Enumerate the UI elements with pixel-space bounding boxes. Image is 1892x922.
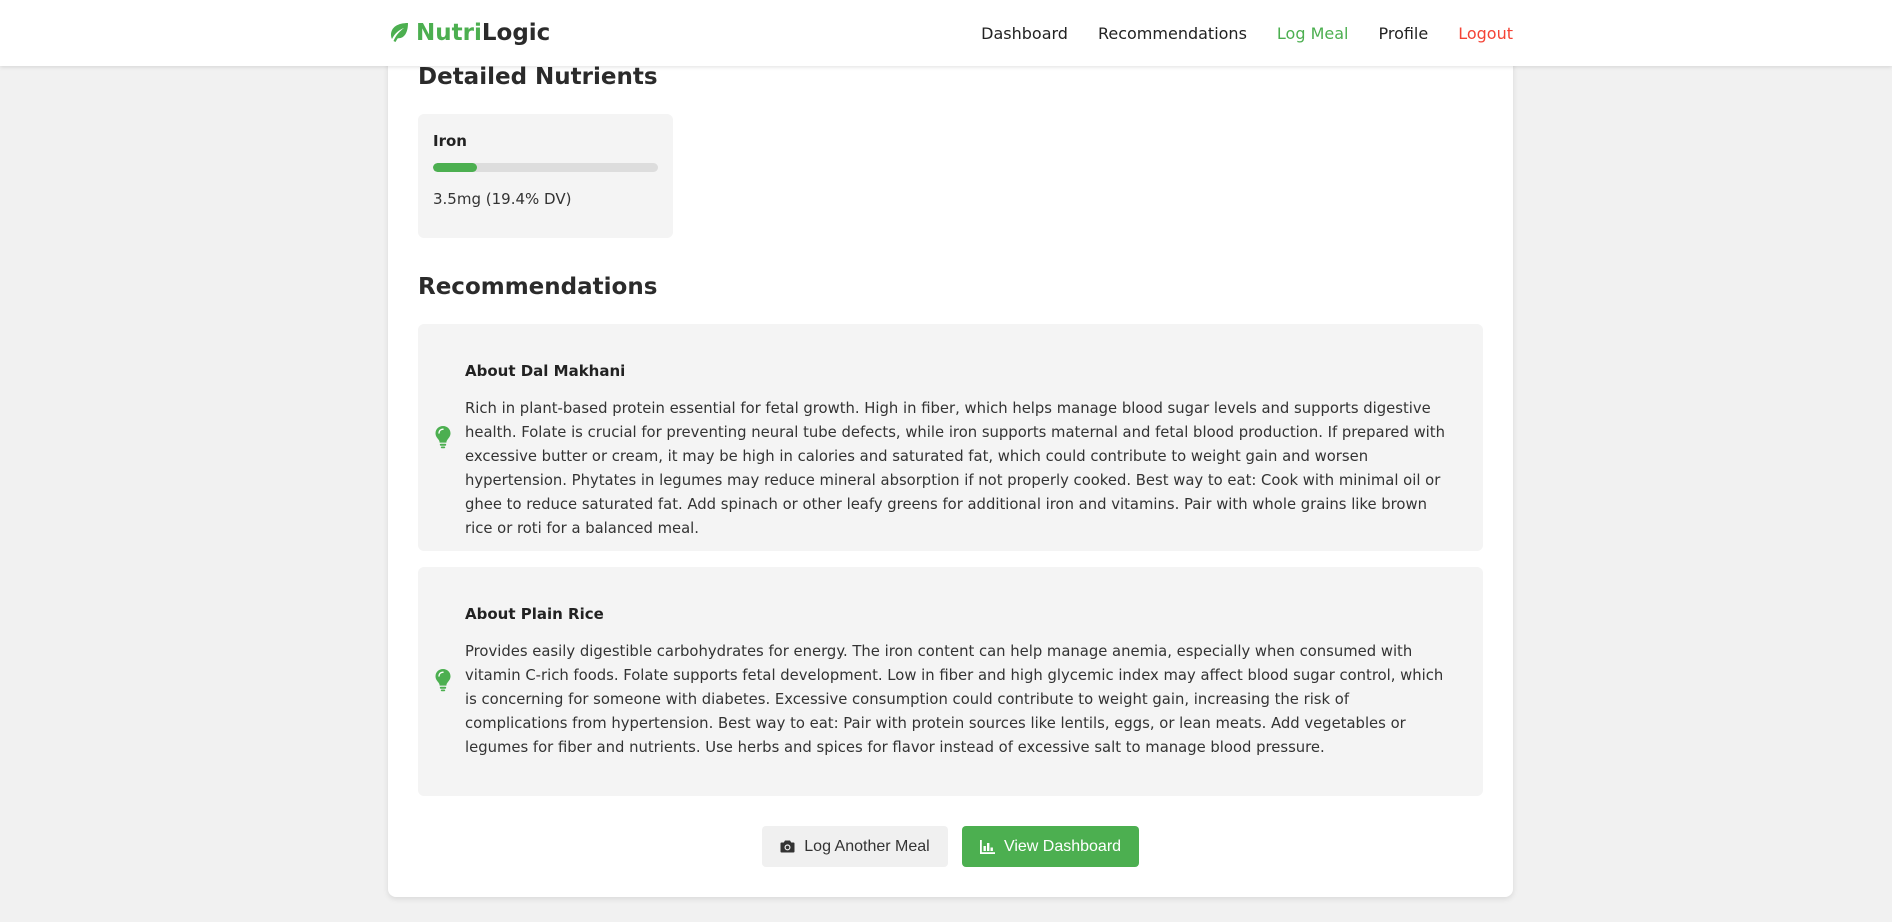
nav-profile[interactable]: Profile [1378, 24, 1428, 43]
nav-recommendations[interactable]: Recommendations [1098, 24, 1247, 43]
nutrient-name: Iron [433, 132, 467, 150]
brand-name-part1: Nutri [416, 20, 482, 46]
navbar-inner: Nutri Logic Dashboard Recommendations Log… [386, 0, 1513, 66]
lightbulb-icon [434, 668, 452, 692]
view-dashboard-button[interactable]: View Dashboard [962, 826, 1139, 867]
camera-icon [780, 840, 795, 853]
nav-log-meal[interactable]: Log Meal [1277, 24, 1349, 43]
brand-logo[interactable]: Nutri Logic [386, 20, 550, 46]
detailed-nutrients-title: Detailed Nutrients [418, 64, 658, 90]
recommendation-text: Provides easily digestible carbohydrates… [465, 643, 1444, 756]
nav-links: Dashboard Recommendations Log Meal Profi… [981, 24, 1513, 43]
recommendation-card-dal-makhani: About Dal Makhani Rich in plant-based pr… [418, 324, 1483, 551]
nav-logout[interactable]: Logout [1458, 24, 1513, 43]
lightbulb-icon [434, 425, 452, 449]
brand-name-part2: Logic [481, 20, 551, 46]
nutrient-card-iron: Iron 3.5mg (19.4% DV) [418, 114, 673, 238]
nutrient-progress-fill [433, 163, 477, 172]
recommendations-title: Recommendations [418, 274, 658, 300]
nav-dashboard[interactable]: Dashboard [981, 24, 1068, 43]
view-dashboard-label: View Dashboard [1003, 837, 1122, 855]
recommendation-text: Rich in plant-based protein essential fo… [465, 400, 1445, 537]
recommendation-card-plain-rice: About Plain Rice Provides easily digesti… [418, 567, 1483, 796]
recommendation-title: About Dal Makhani [465, 362, 626, 380]
top-navbar: Nutri Logic Dashboard Recommendations Log… [0, 0, 1892, 66]
recommendation-title: About Plain Rice [465, 605, 604, 623]
chart-icon [979, 839, 995, 854]
leaf-icon [386, 21, 410, 45]
nutrient-progress-track [433, 163, 658, 172]
log-another-meal-label: Log Another Meal [804, 837, 930, 855]
nutrient-value: 3.5mg (19.4% DV) [433, 190, 572, 208]
results-card: Detailed Nutrients Iron 3.5mg (19.4% DV)… [388, 40, 1513, 897]
log-another-meal-button[interactable]: Log Another Meal [762, 826, 948, 867]
